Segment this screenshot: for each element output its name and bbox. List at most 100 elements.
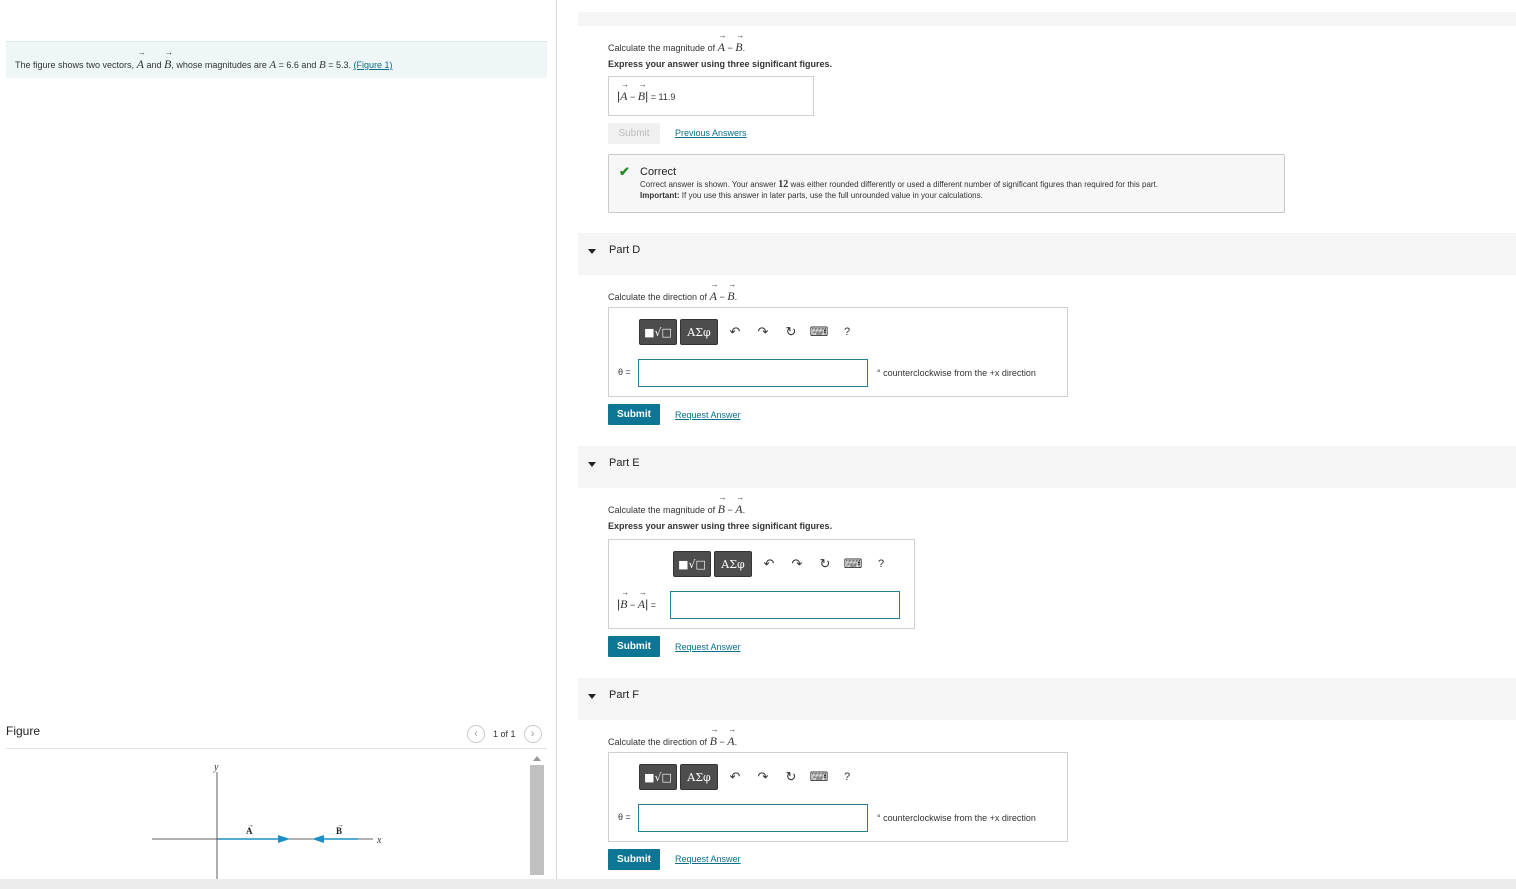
part-c-q-vec1: A [718,31,727,55]
feedback-important-text: If you use this answer in later parts, u… [681,191,983,200]
part-f-unit: ° counterclockwise from the +x direction [877,813,1036,823]
undo-icon[interactable]: ↶ [721,324,749,340]
part-d-submit-button[interactable]: Submit [608,404,660,425]
x-axis-label: x [376,835,382,846]
chevron-right-icon[interactable]: › [523,725,542,743]
part-c-question: Calculate the magnitude of A − B. [608,31,745,55]
part-e-q-vec2: A [735,493,744,517]
part-c-submit-button[interactable]: Submit [608,123,660,144]
part-c-q-minus: − [727,43,733,53]
part-e-q-vec1: B [718,493,727,517]
figure-pager: ‹ 1 of 1 › [467,725,542,743]
part-e-question: Calculate the magnitude of B − A. [608,493,745,517]
part-e-header[interactable]: Part E [578,446,1516,488]
part-c-feedback: ✔ Correct Correct answer is shown. Your … [608,154,1285,213]
keyboard-icon[interactable]: ⌨ [805,769,833,785]
part-f-answer-input[interactable] [638,804,868,832]
templates-icon[interactable]: ■√□ [673,551,711,577]
part-d-unit: ° counterclockwise from the +x direction [877,368,1036,378]
part-d-answer-input[interactable] [638,359,868,387]
intro-eq-a: = 6.6 and [278,60,317,70]
reset-icon[interactable]: ↻ [811,556,839,572]
part-d-theta-label: θ = [618,367,631,377]
templates-icon[interactable]: ■√□ [639,319,677,345]
part-d-math-toolbar: ■√□ ΑΣφ ↶ ↷ ↻ ⌨ ? [639,319,861,345]
part-f-math-toolbar: ■√□ ΑΣφ ↶ ↷ ↻ ⌨ ? [639,764,861,790]
keyboard-icon[interactable]: ⌨ [805,324,833,340]
part-f-submit-button[interactable]: Submit [608,849,660,870]
redo-icon[interactable]: ↷ [783,556,811,572]
part-d-header[interactable]: Part D [578,233,1516,275]
questions-panel: Calculate the magnitude of A − B. Expres… [558,0,1516,889]
scroll-up-icon[interactable] [533,756,541,761]
reset-icon[interactable]: ↻ [777,324,805,340]
part-c-q-vec2: B [735,31,744,55]
part-e-label: Part E [609,457,640,469]
part-f-label: Part F [609,689,639,701]
templates-icon[interactable]: ■√□ [639,764,677,790]
part-c-equation: |A − B| = 11.9 [617,80,676,104]
intro-and: and [146,60,162,70]
part-e-eq-sign: = [650,600,656,610]
reset-icon[interactable]: ↻ [777,769,805,785]
undo-icon[interactable]: ↶ [755,556,783,572]
undo-icon[interactable]: ↶ [721,769,749,785]
part-c-eq-vec2: B [638,80,647,104]
greek-symbols-button[interactable]: ΑΣφ [714,551,752,577]
part-c-question-text: Calculate the magnitude of [608,43,716,53]
feedback-title: Correct [640,166,677,178]
collapse-triangle-icon[interactable] [588,694,596,699]
part-f-theta-label: θ = [618,812,631,822]
part-e-math-toolbar: ■√□ ΑΣφ ↶ ↷ ↻ ⌨ ? [673,551,895,577]
intro-prefix: The figure shows two vectors, [15,60,135,70]
greek-symbols-button[interactable]: ΑΣφ [680,764,718,790]
collapse-triangle-icon[interactable] [588,462,596,467]
greek-symbols-button[interactable]: ΑΣφ [680,319,718,345]
part-f-q-vec1: B [710,725,719,749]
figure-link[interactable]: (Figure 1) [354,60,393,70]
part-e-answer-input[interactable] [670,591,900,619]
vector-figure: y x A → B → [152,762,382,880]
keyboard-icon[interactable]: ⌨ [839,556,867,572]
help-button[interactable]: ? [867,558,895,570]
part-d-question-text: Calculate the direction of [608,292,708,302]
bottom-bar [0,879,1516,889]
part-f-request-answer-link[interactable]: Request Answer [675,854,741,864]
feedback-line1: Correct answer is shown. Your answer 12 … [640,179,1158,190]
part-c-instruction: Express your answer using three signific… [608,59,833,69]
help-button[interactable]: ? [833,326,861,338]
part-d-request-answer-link[interactable]: Request Answer [675,410,741,420]
feedback-line1-suffix: was either rounded differently or used a… [790,180,1158,189]
chevron-left-icon[interactable]: ‹ [467,725,485,743]
part-e-request-answer-link[interactable]: Request Answer [675,642,741,652]
part-f-answer-box: ■√□ ΑΣφ ↶ ↷ ↻ ⌨ ? θ = ° counterclockwise… [608,752,1068,842]
problem-panel: The figure shows two vectors, A and B , w… [0,0,556,889]
part-d-q-minus: − [719,292,725,302]
figure-heading: Figure [6,724,41,738]
redo-icon[interactable]: ↷ [749,769,777,785]
part-f-header[interactable]: Part F [578,678,1516,720]
collapse-triangle-icon[interactable] [588,249,596,254]
part-e-submit-button[interactable]: Submit [608,636,660,657]
pager-text: 1 of 1 [493,729,516,739]
part-e-equation: |B − A| = [617,588,656,612]
intro-mid: , whose magnitudes are [171,60,267,70]
part-c-answer-value: 11.9 [658,92,676,102]
intro-mag-a: A [269,59,277,71]
redo-icon[interactable]: ↷ [749,324,777,340]
intro-mag-b: B [318,59,326,71]
part-d-question: Calculate the direction of A − B. [608,280,737,304]
part-e-instruction: Express your answer using three signific… [608,521,833,531]
part-e-answer-box: ■√□ ΑΣφ ↶ ↷ ↻ ⌨ ? |B − A| = [608,539,915,629]
feedback-user-answer: 12 [778,179,789,190]
problem-intro: The figure shows two vectors, A and B , w… [6,41,547,78]
vector-b-label-arrow: → [337,822,344,829]
check-icon: ✔ [619,164,630,179]
help-button[interactable]: ? [833,771,861,783]
figure-divider [6,748,547,749]
vector-b-arrowhead [312,835,324,843]
figure-scrollbar[interactable] [530,752,544,879]
scroll-thumb[interactable] [530,765,544,875]
y-axis-label: y [213,762,219,773]
part-c-previous-answers-link[interactable]: Previous Answers [675,128,747,138]
